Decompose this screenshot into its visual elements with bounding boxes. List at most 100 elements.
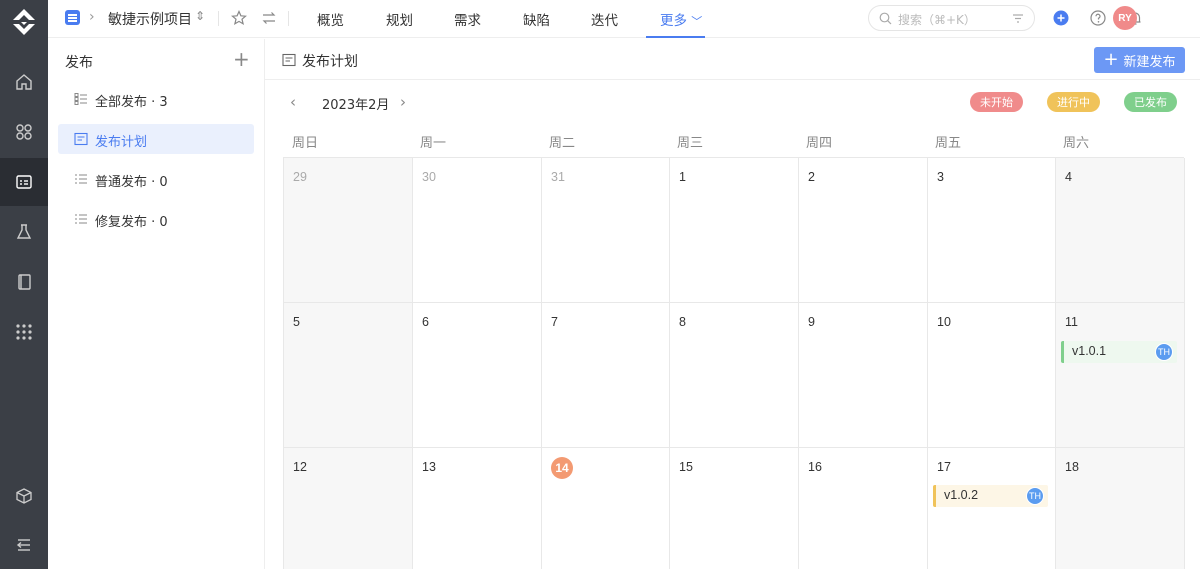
calendar-day-cell[interactable]: 1: [670, 158, 799, 303]
search-placeholder: 搜索（⌘+K）: [898, 13, 976, 27]
release-event[interactable]: v1.0.2 TH: [933, 485, 1048, 507]
day-number: 30: [422, 170, 436, 184]
calendar-day-cell[interactable]: 10: [928, 303, 1056, 448]
sidebar-item-plan[interactable]: 发布计划: [58, 124, 254, 154]
active-nav-indicator: [646, 36, 705, 38]
day-number: 3: [937, 170, 944, 184]
grid-menu-icon[interactable]: [0, 308, 48, 356]
filter-icon[interactable]: [1012, 13, 1024, 24]
legend-in-progress: 进行中: [1047, 92, 1100, 112]
sidebar-item-fix[interactable]: 修复发布 · 0: [58, 204, 254, 234]
current-month: 2023年2月: [322, 98, 390, 113]
plus-icon: +: [1103, 49, 1119, 70]
day-number: 12: [293, 460, 307, 474]
project-name[interactable]: 敏捷示例项目: [108, 9, 192, 29]
calendar-day-cell[interactable]: 4: [1056, 158, 1185, 303]
next-month-chevron-icon[interactable]: ›: [400, 93, 406, 111]
project-switch-icon[interactable]: ⇕: [195, 9, 205, 23]
wiki-book-icon[interactable]: [0, 258, 48, 306]
calendar-day-cell[interactable]: 14: [542, 448, 670, 569]
day-number: 9: [808, 315, 815, 329]
day-number: 6: [422, 315, 429, 329]
star-icon[interactable]: [231, 10, 247, 26]
day-number: 13: [422, 460, 436, 474]
sidebar: 发布 + 全部发布 · 3 发布计划 普通发布 · 0 修复发布 · 0: [48, 39, 265, 569]
top-bar: › 敏捷示例项目 ⇕ 概览 规划 需求 缺陷 迭代 更多 ﹀ 搜索（⌘+K） R…: [48, 0, 1200, 38]
day-number: 8: [679, 315, 686, 329]
nav-overview[interactable]: 概览: [317, 9, 344, 29]
release-event[interactable]: v1.0.1 TH: [1061, 341, 1177, 363]
checklist-icon: [75, 174, 87, 184]
day-number: 7: [551, 315, 558, 329]
calendar-day-cell[interactable]: 5: [284, 303, 413, 448]
legend-not-started: 未开始: [970, 92, 1023, 112]
user-avatar[interactable]: RY: [1113, 6, 1137, 30]
chevron-down-icon: ﹀: [691, 15, 703, 28]
nav-iterations[interactable]: 迭代: [591, 9, 618, 29]
search-input[interactable]: 搜索（⌘+K）: [868, 5, 1035, 31]
nav-requirements[interactable]: 需求: [454, 9, 481, 29]
project-icon[interactable]: [0, 158, 48, 206]
switch-arrows-icon[interactable]: [261, 10, 277, 26]
day-number: 1: [679, 170, 686, 184]
nav-defects[interactable]: 缺陷: [523, 9, 550, 29]
calendar-day-cell[interactable]: 17 v1.0.2 TH: [928, 448, 1056, 569]
release-name: v1.0.2: [944, 488, 979, 502]
list-icon: [74, 93, 87, 105]
divider: [288, 11, 289, 26]
calendar-day-cell[interactable]: 16: [799, 448, 928, 569]
calendar-day-cell[interactable]: 2: [799, 158, 928, 303]
calendar-day-cell[interactable]: 29: [284, 158, 413, 303]
calendar-day-cell[interactable]: 13: [413, 448, 542, 569]
nav-planning[interactable]: 规划: [386, 9, 413, 29]
day-number: 29: [293, 170, 307, 184]
calendar-day-cell[interactable]: 30: [413, 158, 542, 303]
calendar-day-cell[interactable]: 7: [542, 303, 670, 448]
calendar-day-cell[interactable]: 18: [1056, 448, 1185, 569]
nav-more[interactable]: 更多 ﹀: [660, 9, 702, 29]
sidebar-item-label: 全部发布 · 3: [95, 95, 168, 110]
sidebar-item-normal[interactable]: 普通发布 · 0: [58, 164, 254, 194]
home-icon[interactable]: [0, 58, 48, 106]
add-circle-icon[interactable]: [1053, 10, 1069, 26]
calendar-day-cell[interactable]: 15: [670, 448, 799, 569]
day-number: 11: [1065, 315, 1078, 329]
sidebar-item-label: 普通发布 · 0: [95, 175, 168, 190]
apps-icon[interactable]: [0, 108, 48, 156]
day-number: 17: [937, 460, 951, 474]
new-release-button[interactable]: + 新建发布: [1094, 47, 1185, 73]
day-number: 2: [808, 170, 815, 184]
new-release-label: 新建发布: [1123, 54, 1176, 70]
calendar-day-cell[interactable]: 31: [542, 158, 670, 303]
prev-month-chevron-icon[interactable]: ‹: [290, 93, 296, 111]
sidebar-item-all[interactable]: 全部发布 · 3: [58, 84, 254, 114]
logo-icon[interactable]: [9, 7, 39, 37]
calendar-day-cell[interactable]: 8: [670, 303, 799, 448]
project-type-icon: [65, 10, 80, 25]
checklist-icon: [75, 214, 87, 224]
help-icon[interactable]: [1090, 10, 1106, 26]
weekday-header: 周四: [806, 136, 833, 151]
calendar-day-cell[interactable]: 12: [284, 448, 413, 569]
today-day-number: 14: [551, 457, 573, 479]
calendar-day-cell[interactable]: 3: [928, 158, 1056, 303]
day-number: 4: [1065, 170, 1072, 184]
left-rail: [0, 0, 48, 569]
calendar-day-cell[interactable]: 9: [799, 303, 928, 448]
weekday-header: 周日: [292, 136, 319, 151]
app: › 敏捷示例项目 ⇕ 概览 规划 需求 缺陷 迭代 更多 ﹀ 搜索（⌘+K） R…: [0, 0, 1200, 569]
test-flask-icon[interactable]: [0, 208, 48, 256]
weekday-header: 周二: [549, 136, 576, 151]
search-icon: [879, 12, 892, 25]
legend-released: 已发布: [1124, 92, 1177, 112]
sidebar-item-label: 修复发布 · 0: [95, 215, 168, 230]
calendar-day-cell[interactable]: 6: [413, 303, 542, 448]
day-number: 16: [808, 460, 822, 474]
collapse-menu-icon[interactable]: [0, 521, 48, 569]
cube-icon[interactable]: [0, 472, 48, 520]
assignee-avatar: TH: [1026, 487, 1044, 505]
add-release-icon[interactable]: +: [233, 49, 250, 69]
release-name: v1.0.1: [1072, 344, 1107, 358]
calendar-day-cell[interactable]: 11 v1.0.1 TH: [1056, 303, 1185, 448]
day-number: 10: [937, 315, 951, 329]
